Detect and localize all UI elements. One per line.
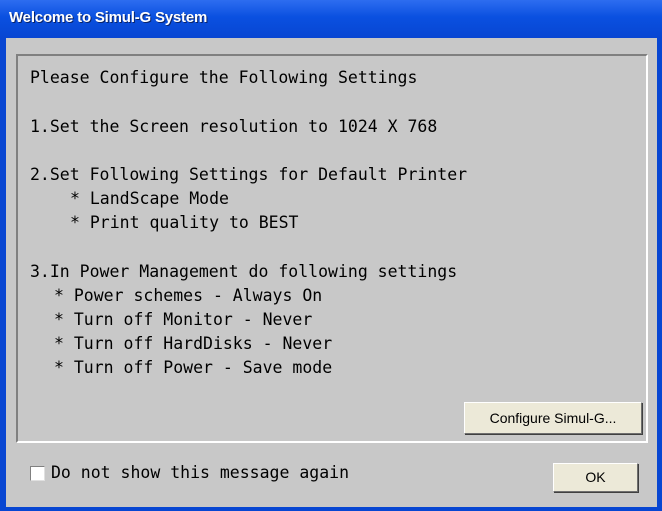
message-heading: Please Configure the Following Settings xyxy=(30,68,418,87)
step-3-item: * Turn off HardDisks - Never xyxy=(54,334,333,353)
welcome-dialog: Welcome to Simul-G System Please Configu… xyxy=(0,0,662,511)
ok-button[interactable]: OK xyxy=(553,463,638,492)
step-2-item: * Print quality to BEST xyxy=(70,213,299,232)
step-3-item: * Power schemes - Always On xyxy=(54,286,323,305)
step-3-item: * Turn off Power - Save mode xyxy=(54,358,333,377)
configure-button[interactable]: Configure Simul-G... xyxy=(464,402,642,434)
step-3-item: * Turn off Monitor - Never xyxy=(54,310,313,329)
window-title: Welcome to Simul-G System xyxy=(9,9,208,26)
message-panel: Please Configure the Following Settings … xyxy=(16,54,648,443)
step-3-text: 3.In Power Management do following setti… xyxy=(30,262,458,281)
window-frame-bottom xyxy=(0,507,662,511)
step-2-text: 2.Set Following Settings for Default Pri… xyxy=(30,165,468,184)
dont-show-again-checkbox[interactable] xyxy=(30,466,45,481)
window-frame-right xyxy=(657,38,662,511)
title-bar[interactable]: Welcome to Simul-G System xyxy=(0,0,662,38)
step-1-text: 1.Set the Screen resolution to 1024 X 76… xyxy=(30,117,438,136)
window-frame-left xyxy=(0,38,6,511)
step-2-item: * LandScape Mode xyxy=(70,189,229,208)
dont-show-again-label[interactable]: Do not show this message again xyxy=(51,463,349,483)
